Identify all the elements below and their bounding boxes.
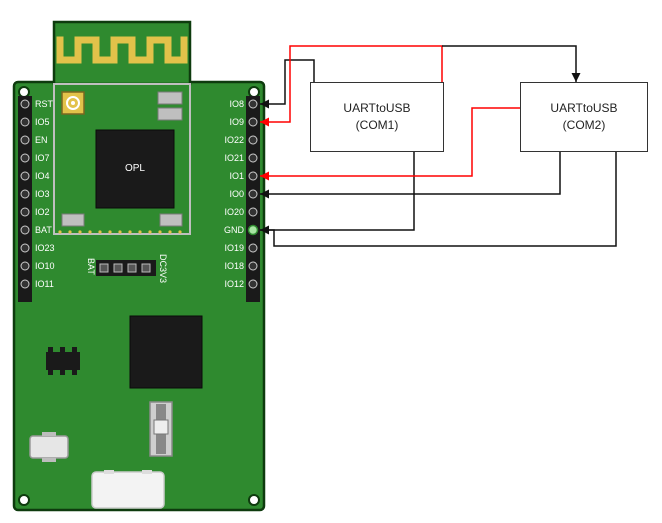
pin-left-9: IO10 <box>35 262 55 271</box>
pin-left-10: IO11 <box>35 280 54 289</box>
pin-left-3: IO7 <box>35 154 50 163</box>
pin-right-5: IO0 <box>229 190 244 199</box>
left-header <box>18 96 32 302</box>
pin-left-1: IO5 <box>35 118 50 127</box>
pin-right-10: IO12 <box>224 280 244 289</box>
pin-right-7: GND <box>224 226 244 235</box>
header-label-bat: BAT <box>86 258 95 275</box>
pin-left-4: IO4 <box>35 172 50 181</box>
uart-usb-com2: UARTtoUSB (COM2) <box>520 82 648 152</box>
pin-right-8: IO19 <box>224 244 244 253</box>
pin-right-2: IO22 <box>224 136 244 145</box>
uart-usb-com2-title: UARTtoUSB <box>550 100 617 117</box>
pin-right-3: IO21 <box>224 154 244 163</box>
uart-usb-com1: UARTtoUSB (COM1) <box>310 82 444 152</box>
board-svg <box>0 0 662 523</box>
pin-right-6: IO20 <box>224 208 244 217</box>
right-header <box>246 96 260 302</box>
soc-label: OPL <box>96 164 174 174</box>
uart-usb-com1-title: UARTtoUSB <box>343 100 410 117</box>
pin-right-9: IO18 <box>224 262 244 271</box>
pin-left-5: IO3 <box>35 190 50 199</box>
pin-left-8: IO23 <box>35 244 55 253</box>
pin-left-2: EN <box>35 136 48 145</box>
pin-right-1: IO9 <box>229 118 244 127</box>
header-label-dc3v3: DC3V3 <box>158 254 167 283</box>
pin-left-0: RST <box>35 100 53 109</box>
uart-usb-com2-port: (COM2) <box>563 117 606 134</box>
pin-right-4: IO1 <box>229 172 244 181</box>
uart-usb-com1-port: (COM1) <box>356 117 399 134</box>
pin-left-7: BAT <box>35 226 52 235</box>
pin-left-6: IO2 <box>35 208 50 217</box>
pin-right-0: IO8 <box>229 100 244 109</box>
diagram-stage: RST IO5 EN IO7 IO4 IO3 IO2 BAT IO23 IO10… <box>0 0 662 523</box>
